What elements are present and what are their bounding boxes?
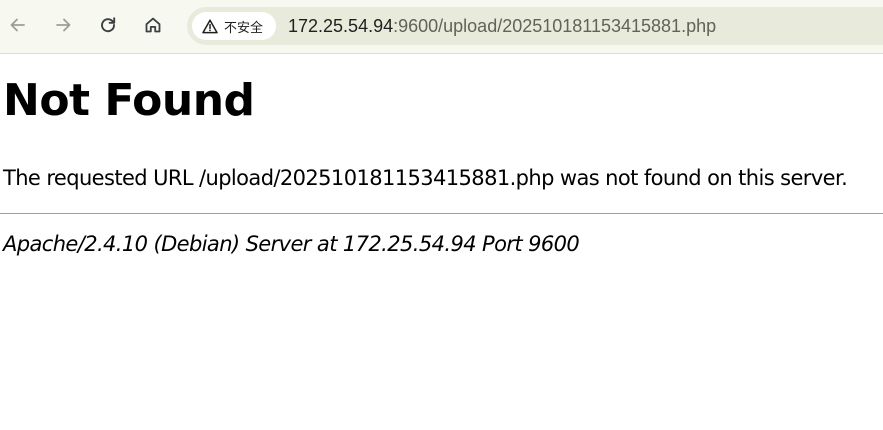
url-text[interactable]: 172.25.54.94:9600/upload/202510181153415…	[288, 15, 716, 37]
url-path: :9600/upload/202510181153415881.php	[393, 16, 717, 36]
browser-toolbar: 不安全 172.25.54.94:9600/upload/20251018115…	[0, 0, 883, 54]
divider	[0, 213, 883, 214]
page-title: Not Found	[3, 75, 255, 126]
arrow-left-icon	[10, 18, 25, 32]
server-signature: Apache/2.4.10 (Debian) Server at 172.25.…	[3, 232, 580, 256]
forward-button[interactable]	[46, 8, 80, 42]
error-message: The requested URL /upload/20251018115341…	[3, 166, 848, 190]
reload-button[interactable]	[91, 8, 125, 42]
home-button[interactable]	[136, 8, 170, 42]
security-label: 不安全	[224, 20, 264, 36]
address-bar[interactable]: 不安全 172.25.54.94:9600/upload/20251018115…	[187, 7, 883, 45]
warning-triangle-icon	[202, 18, 218, 33]
arrow-right-icon	[56, 18, 71, 32]
back-button[interactable]	[1, 8, 35, 42]
security-chip[interactable]: 不安全	[192, 12, 276, 40]
reload-icon	[101, 17, 116, 33]
url-host: 172.25.54.94	[288, 16, 394, 36]
home-icon	[145, 17, 161, 33]
